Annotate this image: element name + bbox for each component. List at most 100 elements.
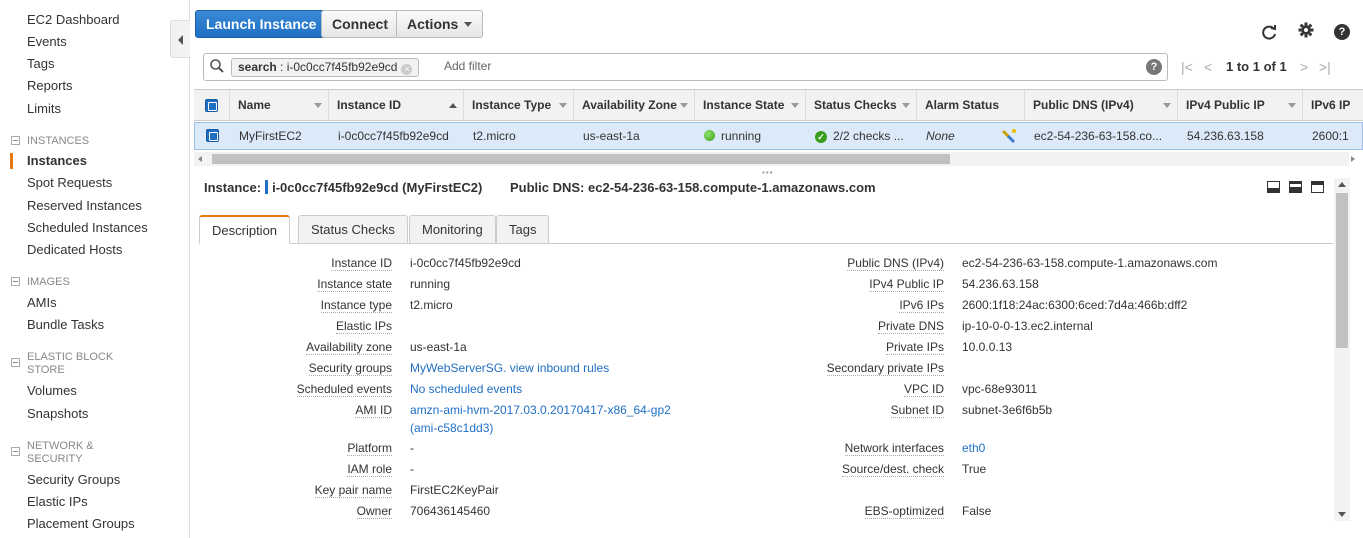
instance-state-text: running — [721, 129, 762, 143]
column-ipv6-ip[interactable]: IPv6 IP — [1302, 90, 1363, 120]
sidebar-item-volumes[interactable]: Volumes — [27, 383, 77, 398]
sidebar-item-limits[interactable]: Limits — [27, 101, 61, 116]
tab-tags[interactable]: Tags — [496, 215, 550, 244]
first-page-icon[interactable]: |< — [1181, 59, 1193, 75]
cell-name: MyFirstEC2 — [239, 129, 302, 143]
create-alarm-icon[interactable] — [1001, 123, 1019, 149]
sidebar-item-spot-requests[interactable]: Spot Requests — [27, 175, 112, 190]
last-page-icon[interactable]: >| — [1319, 59, 1331, 75]
ami-id-link[interactable]: amzn-ami-hvm-2017.03.0.20170417-x86_64-g… — [410, 403, 671, 417]
cell-instance-type: t2.micro — [473, 129, 516, 143]
scroll-up-icon[interactable] — [1338, 182, 1346, 187]
main-content: Launch Instance Connect Actions ? search… — [190, 0, 1363, 538]
sidebar-section-instances[interactable]: INSTANCES — [11, 135, 89, 148]
horizontal-scrollbar[interactable] — [194, 152, 1355, 166]
instance-label: Instance: — [204, 180, 262, 195]
sort-icon — [680, 103, 688, 108]
launch-instance-button[interactable]: Launch Instance — [195, 10, 328, 38]
column-name[interactable]: Name — [229, 90, 328, 120]
panel-split-icon[interactable] — [1289, 181, 1302, 193]
remove-filter-icon[interactable]: × — [401, 64, 413, 75]
gear-icon[interactable] — [1297, 22, 1315, 40]
panel-minimize-icon[interactable] — [1311, 181, 1324, 193]
tab-monitoring[interactable]: Monitoring — [409, 215, 496, 244]
column-instance-state[interactable]: Instance State — [694, 90, 805, 120]
panel-maximize-icon[interactable] — [1267, 181, 1280, 193]
prev-page-icon[interactable]: < — [1204, 59, 1212, 75]
sidebar-item-reserved-instances[interactable]: Reserved Instances — [27, 198, 142, 213]
security-groups-link[interactable]: MyWebServerSG. view inbound rules — [410, 361, 609, 375]
section-header-line: SECURITY — [27, 453, 83, 465]
pagination-text: 1 to 1 of 1 — [1226, 59, 1287, 74]
next-page-icon[interactable]: > — [1300, 59, 1308, 75]
cell-status-checks: ✓ 2/2 checks ... — [815, 123, 915, 149]
sidebar-item-scheduled-instances[interactable]: Scheduled Instances — [27, 220, 148, 235]
scroll-down-icon[interactable] — [1338, 512, 1346, 517]
check-circle-icon: ✓ — [815, 131, 827, 143]
active-indicator — [10, 153, 13, 169]
column-ipv4-public-ip[interactable]: IPv4 Public IP — [1177, 90, 1302, 120]
network-interface-link[interactable]: eth0 — [962, 441, 985, 455]
column-status-checks[interactable]: Status Checks — [805, 90, 916, 120]
refresh-icon[interactable] — [1260, 24, 1278, 42]
id-marker — [265, 180, 269, 194]
sidebar-item-amis[interactable]: AMIs — [27, 295, 57, 310]
row-checkbox[interactable] — [206, 129, 219, 142]
sidebar-item-ec2-dashboard[interactable]: EC2 Dashboard — [27, 12, 120, 27]
value-public-dns-ipv4: ec2-54-236-63-158.compute-1.amazonaws.co… — [962, 256, 1218, 270]
sidebar-item-elastic-ips[interactable]: Elastic IPs — [27, 494, 88, 509]
value-vpc-id: vpc-68e93011 — [962, 382, 1038, 396]
label-private-dns: Private DNS — [877, 319, 944, 334]
scroll-right-icon[interactable] — [1351, 156, 1355, 162]
column-instance-id[interactable]: Instance ID — [328, 90, 463, 120]
help-icon[interactable]: ? — [1333, 22, 1351, 40]
column-instance-type[interactable]: Instance Type — [463, 90, 573, 120]
section-header-line: ELASTIC BLOCK — [27, 351, 114, 363]
value-availability-zone: us-east-1a — [410, 340, 467, 354]
sidebar-item-reports[interactable]: Reports — [27, 78, 73, 93]
sidebar-item-snapshots[interactable]: Snapshots — [27, 406, 88, 421]
scroll-left-icon[interactable] — [198, 156, 202, 162]
sidebar-item-placement-groups[interactable]: Placement Groups — [27, 516, 135, 531]
sidebar-section-elastic-block-store[interactable]: ELASTIC BLOCK STORE — [11, 351, 113, 377]
scheduled-events-link[interactable]: No scheduled events — [410, 382, 522, 396]
add-filter-input[interactable] — [444, 59, 1144, 73]
filter-bar[interactable]: search : i-0c0cc7f45fb92e9cd× ? — [203, 53, 1168, 81]
sidebar-item-dedicated-hosts[interactable]: Dedicated Hosts — [27, 242, 122, 257]
connect-button[interactable]: Connect — [321, 10, 399, 38]
actions-button[interactable]: Actions — [396, 10, 484, 38]
value-private-dns: ip-10-0-0-13.ec2.internal — [962, 319, 1093, 333]
sidebar-item-events[interactable]: Events — [27, 34, 67, 49]
scrollbar-thumb[interactable] — [1336, 193, 1348, 348]
sidebar-item-tags[interactable]: Tags — [27, 56, 54, 71]
column-availability-zone[interactable]: Availability Zone — [573, 90, 694, 120]
filter-token-value: i-0c0cc7f45fb92e9cd — [286, 60, 398, 74]
value-source-dest-check: True — [962, 462, 987, 476]
panel-resize-handle[interactable]: ▪▪▪ — [762, 168, 774, 177]
scrollbar-thumb[interactable] — [212, 154, 950, 164]
tab-status-checks[interactable]: Status Checks — [298, 215, 408, 244]
cell-instance-state: running — [704, 123, 804, 149]
vertical-scrollbar[interactable] — [1334, 178, 1350, 521]
table-row[interactable]: MyFirstEC2 i-0c0cc7f45fb92e9cd t2.micro … — [194, 122, 1363, 150]
collapse-icon — [11, 358, 20, 367]
column-alarm-status[interactable]: Alarm Status — [916, 90, 1024, 120]
section-header-line: STORE — [27, 364, 65, 376]
sidebar-item-instances[interactable]: Instances — [27, 153, 87, 168]
sidebar-item-bundle-tasks[interactable]: Bundle Tasks — [27, 317, 104, 332]
tab-description[interactable]: Description — [199, 215, 291, 244]
filter-token[interactable]: search : i-0c0cc7f45fb92e9cd × — [231, 58, 420, 77]
column-label: Alarm Status — [925, 98, 1000, 112]
sidebar-item-security-groups[interactable]: Security Groups — [27, 472, 120, 487]
sidebar-collapse-toggle[interactable] — [170, 20, 190, 58]
label-private-ips: Private IPs — [885, 340, 944, 355]
column-public-dns[interactable]: Public DNS (IPv4) — [1024, 90, 1177, 120]
running-status-icon — [704, 130, 715, 141]
ami-id-secondary-link[interactable]: (ami-c58c1dd3) — [410, 421, 493, 435]
select-all-checkbox[interactable] — [205, 99, 218, 112]
sidebar-section-network-security[interactable]: NETWORK & SECURITY — [11, 440, 94, 466]
sidebar: EC2 Dashboard Events Tags Reports Limits… — [0, 0, 190, 538]
label-key-pair-name: Key pair name — [314, 483, 392, 498]
filter-help-icon[interactable]: ? — [1146, 59, 1162, 75]
sidebar-section-images[interactable]: IMAGES — [11, 276, 70, 289]
